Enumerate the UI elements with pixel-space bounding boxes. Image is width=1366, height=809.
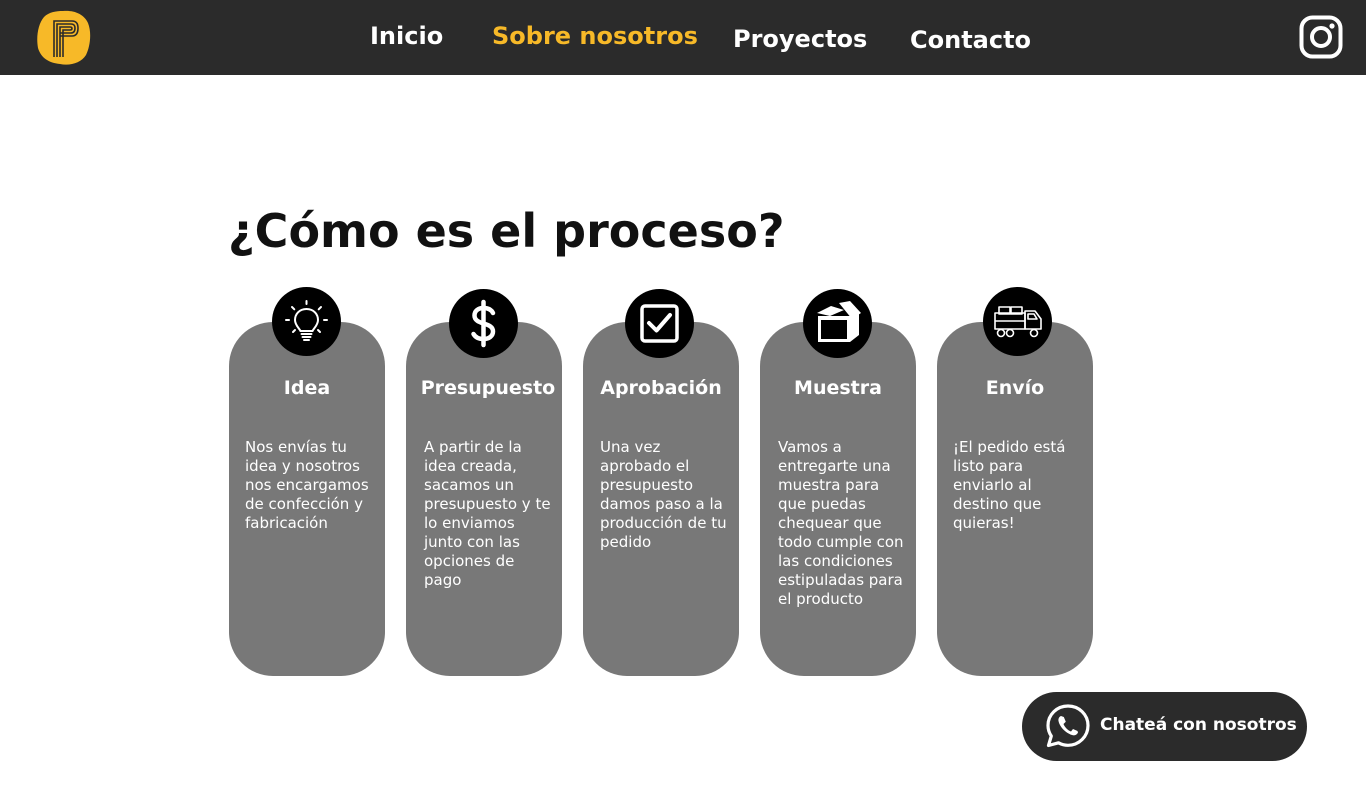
- nav-link-proyectos[interactable]: Proyectos: [733, 25, 867, 53]
- step-description: ¡El pedido está listo para enviarlo al d…: [953, 438, 1066, 532]
- nav-link-inicio[interactable]: Inicio: [370, 22, 443, 50]
- step-description: Nos envías tu idea y nosotros nos encarg…: [245, 438, 369, 532]
- truck-icon: [983, 287, 1052, 356]
- dollar-icon: [449, 289, 518, 358]
- step-title: Presupuesto: [420, 377, 556, 399]
- step-card-presupuesto: Presupuesto A partir de la idea creada, …: [406, 322, 562, 676]
- step-description: Una vez aprobado el presupuesto damos pa…: [600, 438, 727, 551]
- nav-link-sobre-nosotros[interactable]: Sobre nosotros: [492, 22, 698, 50]
- box-icon: [803, 289, 872, 358]
- instagram-icon[interactable]: [1299, 15, 1343, 59]
- step-title: Muestra: [794, 377, 882, 399]
- brand-logo[interactable]: [36, 9, 91, 66]
- step-card-idea: Idea Nos envías tu idea y nosotros nos e…: [229, 322, 385, 676]
- whatsapp-icon: [1046, 704, 1090, 748]
- step-card-muestra: Muestra Vamos a entregarte una muestra p…: [760, 322, 916, 676]
- chat-button-label: Chateá con nosotros: [1100, 715, 1297, 735]
- lightbulb-icon: [272, 287, 341, 356]
- step-card-envio: Envío ¡El pedido está listo para enviarl…: [937, 322, 1093, 676]
- step-title: Aprobación: [600, 377, 722, 399]
- step-description: A partir de la idea creada, sacamos un p…: [424, 438, 551, 589]
- step-title: Envío: [985, 377, 1045, 399]
- top-navbar: Inicio Sobre nosotros Proyectos Contacto: [0, 0, 1366, 75]
- checkbox-icon: [625, 289, 694, 358]
- whatsapp-chat-button[interactable]: Chateá con nosotros: [1022, 692, 1307, 761]
- step-title: Idea: [283, 377, 331, 399]
- step-description: Vamos a entregarte una muestra para que …: [778, 438, 904, 608]
- step-card-aprobacion: Aprobación Una vez aprobado el presupues…: [583, 322, 739, 676]
- nav-link-contacto[interactable]: Contacto: [910, 26, 1031, 54]
- section-title: ¿Cómo es el proceso?: [228, 204, 785, 258]
